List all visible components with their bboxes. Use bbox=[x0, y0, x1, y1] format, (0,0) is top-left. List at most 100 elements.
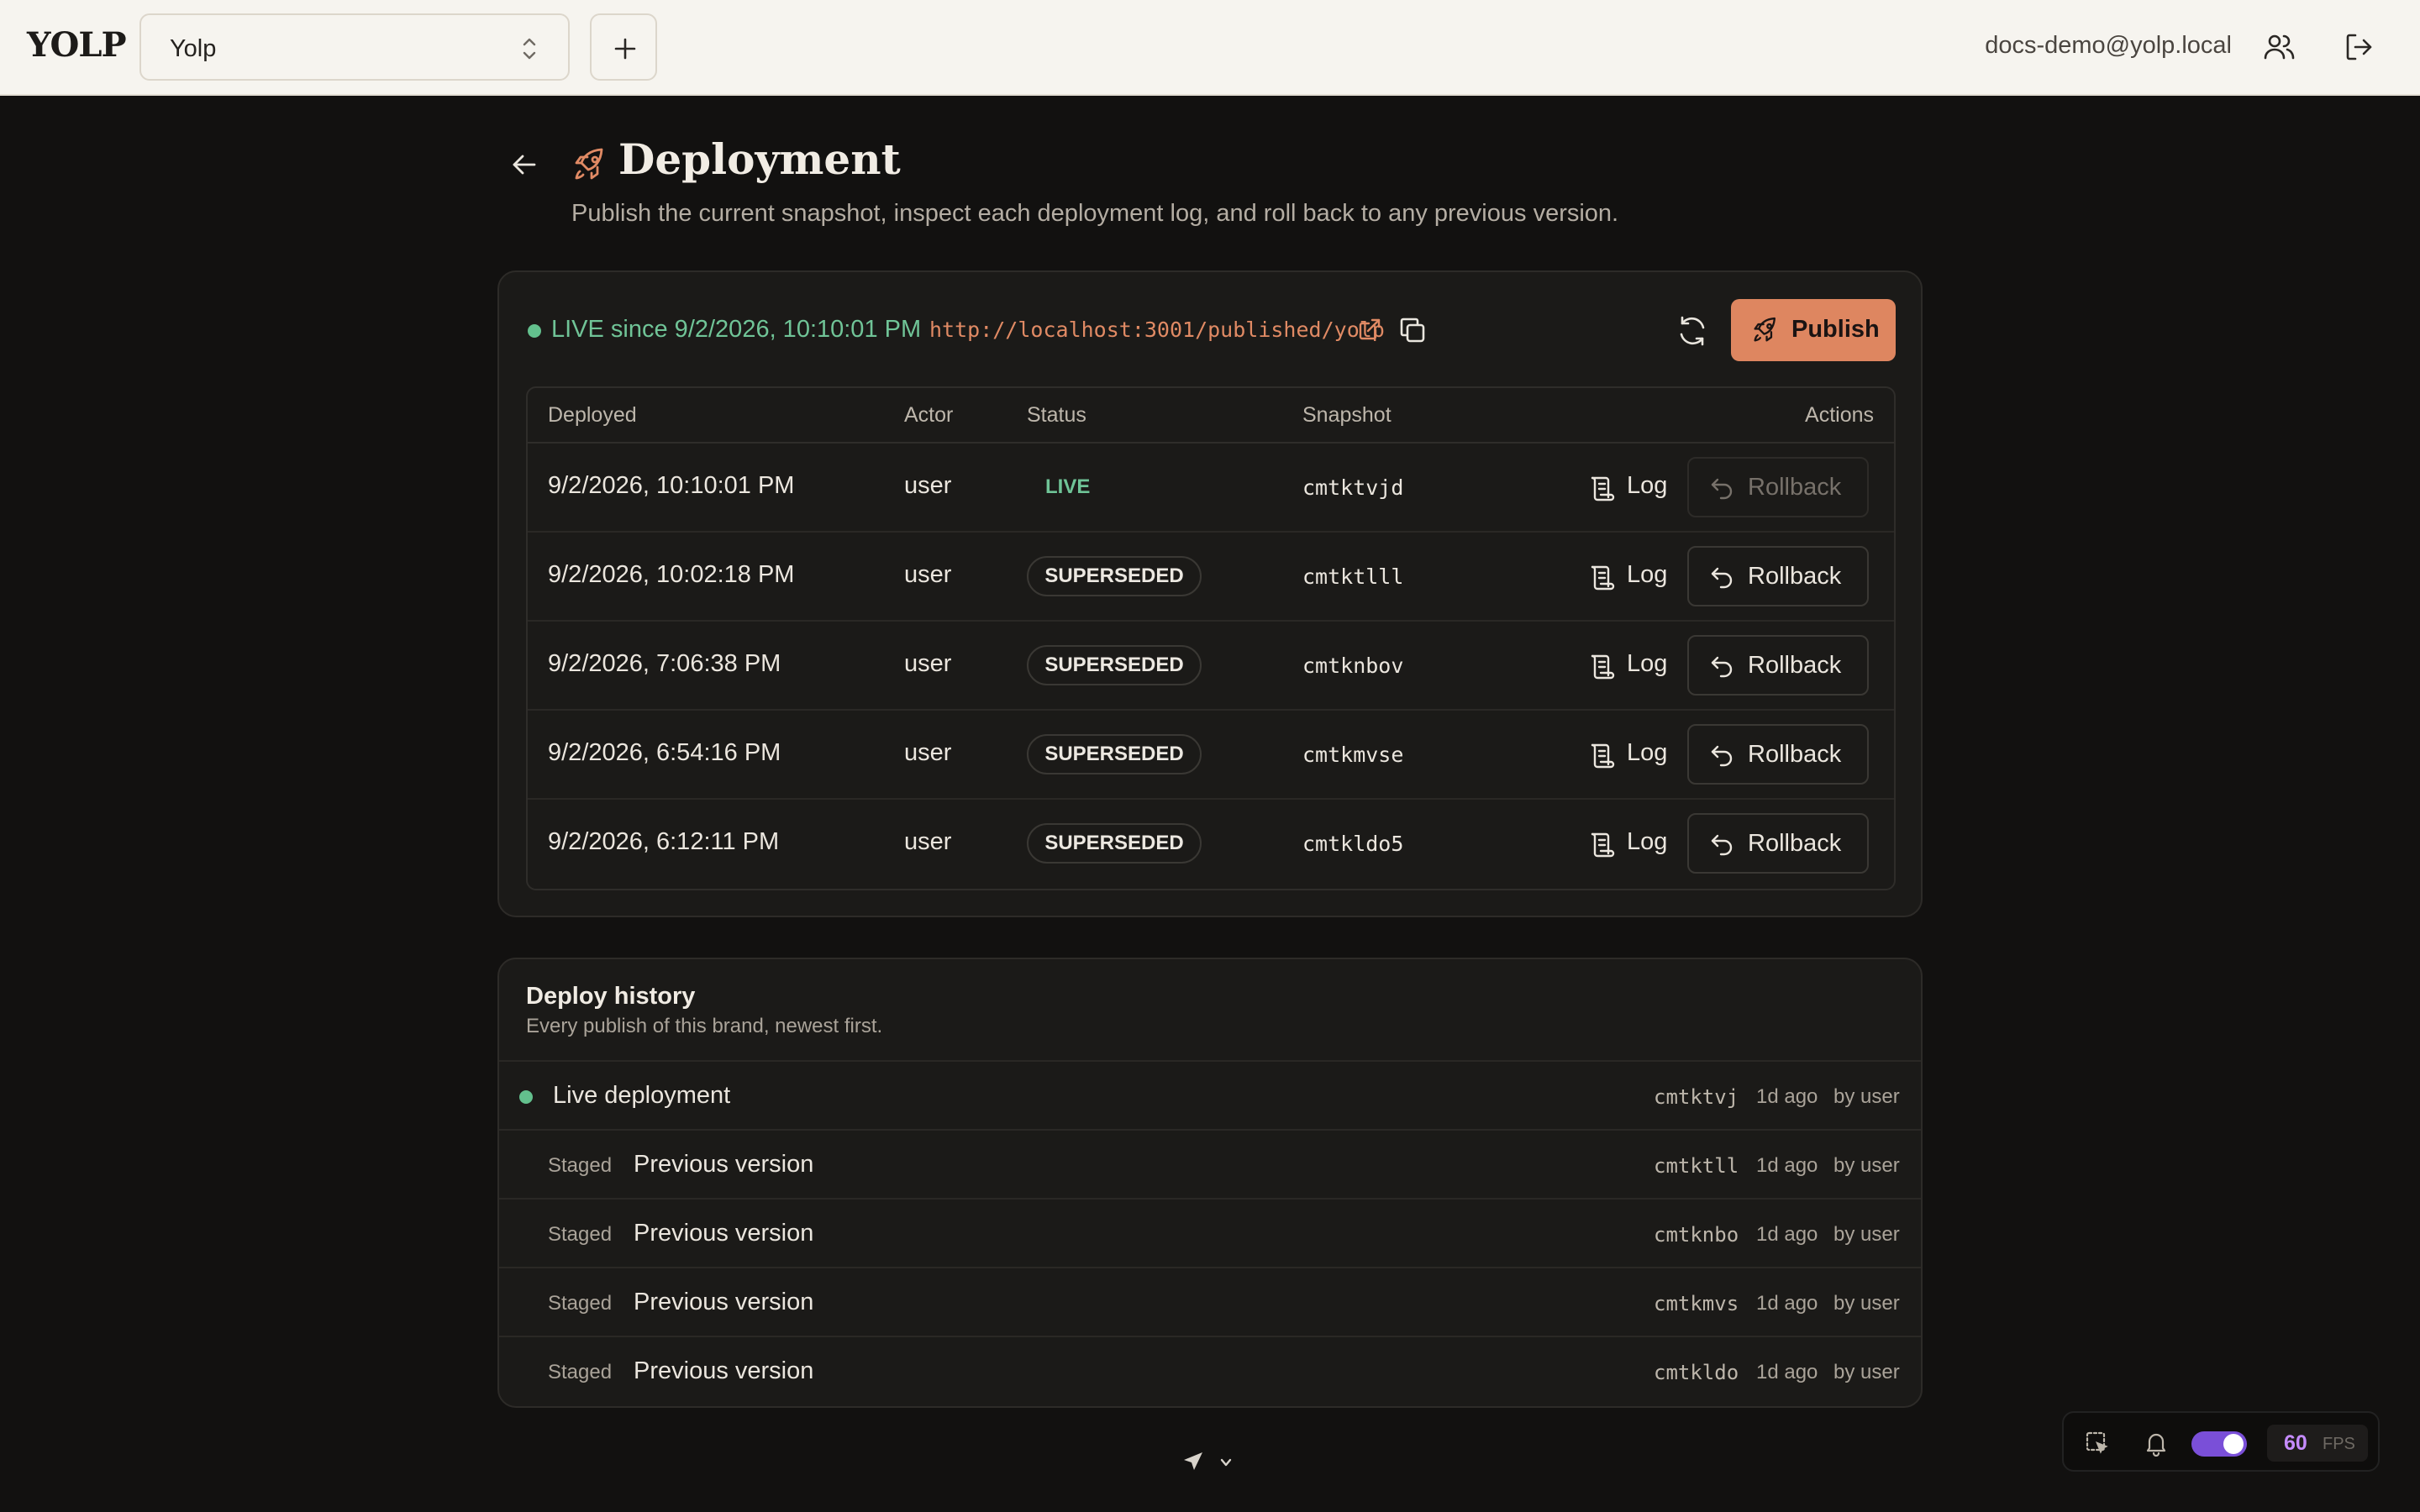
rollback-button[interactable]: Rollback bbox=[1687, 724, 1869, 785]
plus-icon bbox=[614, 38, 636, 60]
undo-icon bbox=[1711, 834, 1733, 856]
deployed-at: 9/2/2026, 10:02:18 PM bbox=[548, 561, 795, 588]
deployed-at: 9/2/2026, 7:06:38 PM bbox=[548, 650, 781, 677]
staged-label: Staged bbox=[548, 1223, 613, 1246]
history-time-ago: 1d ago bbox=[1756, 1085, 1818, 1108]
status-badge: SUPERSEDED bbox=[1027, 734, 1202, 774]
brand-select-value: Yolp bbox=[170, 35, 217, 62]
history-actor: by user bbox=[1833, 1361, 1900, 1383]
scroll-text-icon bbox=[1591, 476, 1615, 501]
history-item[interactable]: Live deployment cmtktvj 1d ago by user bbox=[499, 1060, 1921, 1129]
history-actor: by user bbox=[1833, 1223, 1900, 1246]
history-title: Deploy history bbox=[526, 983, 696, 1010]
history-time-ago: 1d ago bbox=[1756, 1361, 1818, 1383]
status-badge: SUPERSEDED bbox=[1027, 556, 1202, 596]
staged-label: Staged bbox=[548, 1292, 613, 1315]
history-time-ago: 1d ago bbox=[1756, 1223, 1818, 1246]
snapshot-id: cmtknbov bbox=[1302, 654, 1404, 678]
column-header-deployed: Deployed bbox=[548, 403, 637, 427]
publish-button[interactable]: Publish bbox=[1731, 299, 1896, 361]
users-icon[interactable] bbox=[2262, 30, 2296, 64]
deployed-at: 9/2/2026, 10:10:01 PM bbox=[548, 472, 795, 499]
table-row: 9/2/2026, 10:10:01 PM user LIVE cmtktvjd… bbox=[528, 444, 1894, 533]
staged-label: Staged bbox=[548, 1361, 613, 1383]
actor: user bbox=[904, 650, 952, 677]
live-url-link[interactable]: http://localhost:3001/published/yolp bbox=[929, 318, 1385, 342]
history-snapshot-id: cmtkldo bbox=[1654, 1361, 1739, 1384]
rollback-button[interactable]: Rollback bbox=[1687, 457, 1869, 517]
log-button[interactable]: Log bbox=[1588, 554, 1672, 598]
log-button[interactable]: Log bbox=[1588, 822, 1672, 865]
history-item[interactable]: Staged Previous version cmtktll 1d ago b… bbox=[499, 1129, 1921, 1198]
history-snapshot-id: cmtkmvs bbox=[1654, 1292, 1739, 1315]
snapshot-id: cmtktlll bbox=[1302, 564, 1404, 589]
bell-icon[interactable] bbox=[2143, 1430, 2170, 1457]
snapshot-id: cmtktvjd bbox=[1302, 475, 1404, 500]
add-brand-button[interactable] bbox=[590, 13, 657, 81]
log-button-label: Log bbox=[1627, 739, 1668, 766]
log-button[interactable]: Log bbox=[1588, 465, 1672, 509]
history-time-ago: 1d ago bbox=[1756, 1292, 1818, 1315]
table-row: 9/2/2026, 6:12:11 PM user SUPERSEDED cmt… bbox=[528, 800, 1894, 889]
fps-counter: 60 FPS bbox=[2267, 1425, 2368, 1462]
back-arrow-icon[interactable] bbox=[509, 150, 539, 180]
app-logo[interactable]: YOLP bbox=[27, 25, 127, 65]
history-actor: by user bbox=[1833, 1154, 1900, 1177]
deployments-table: Deployed Actor Status Snapshot Actions 9… bbox=[526, 386, 1896, 890]
scroll-text-icon bbox=[1591, 832, 1615, 858]
dev-mode-toggle[interactable] bbox=[2191, 1431, 2247, 1457]
status-badge: LIVE bbox=[1045, 475, 1091, 498]
scroll-text-icon bbox=[1591, 565, 1615, 591]
snapshot-id: cmtkmvse bbox=[1302, 743, 1404, 767]
history-item[interactable]: Staged Previous version cmtknbo 1d ago b… bbox=[499, 1198, 1921, 1267]
rollback-button-label: Rollback bbox=[1748, 830, 1842, 857]
undo-icon bbox=[1711, 478, 1733, 500]
toggle-knob bbox=[2223, 1434, 2244, 1454]
page-title: Deployment bbox=[618, 134, 901, 184]
log-button-label: Log bbox=[1627, 828, 1668, 855]
snapshot-id: cmtkldo5 bbox=[1302, 832, 1404, 856]
refresh-icon[interactable] bbox=[1676, 314, 1709, 348]
history-item-label: Previous version bbox=[634, 1151, 814, 1178]
history-item-label: Live deployment bbox=[553, 1082, 731, 1109]
history-item-label: Previous version bbox=[634, 1220, 814, 1247]
user-email: docs-demo@yolp.local bbox=[1985, 32, 2232, 59]
rollback-button[interactable]: Rollback bbox=[1687, 546, 1869, 606]
table-row: 9/2/2026, 7:06:38 PM user SUPERSEDED cmt… bbox=[528, 622, 1894, 711]
dev-toolbar: 60 FPS bbox=[2062, 1411, 2380, 1472]
undo-icon bbox=[1711, 567, 1733, 589]
logout-icon[interactable] bbox=[2343, 30, 2376, 64]
select-element-icon[interactable] bbox=[2084, 1430, 2111, 1457]
history-snapshot-id: cmtktvj bbox=[1654, 1085, 1739, 1109]
history-item[interactable]: Staged Previous version cmtkmvs 1d ago b… bbox=[499, 1267, 1921, 1336]
history-snapshot-id: cmtknbo bbox=[1654, 1223, 1739, 1247]
log-button[interactable]: Log bbox=[1588, 732, 1672, 776]
status-badge: SUPERSEDED bbox=[1027, 823, 1202, 864]
publish-button-label: Publish bbox=[1791, 316, 1880, 343]
rocket-icon bbox=[1754, 317, 1776, 342]
history-item[interactable]: Staged Previous version cmtkldo 1d ago b… bbox=[499, 1336, 1921, 1404]
actor: user bbox=[904, 739, 952, 766]
history-actor: by user bbox=[1833, 1292, 1900, 1315]
table-header: Deployed Actor Status Snapshot Actions bbox=[528, 388, 1894, 444]
history-actor: by user bbox=[1833, 1085, 1900, 1108]
rollback-button-label: Rollback bbox=[1748, 741, 1842, 768]
rollback-button-label: Rollback bbox=[1748, 563, 1842, 590]
column-header-actor: Actor bbox=[904, 403, 954, 427]
live-status-text: LIVE since 9/2/2026, 10:10:01 PM bbox=[551, 316, 922, 343]
deploy-history-card: Deploy history Every publish of this bra… bbox=[497, 958, 1923, 1408]
rollback-button[interactable]: Rollback bbox=[1687, 813, 1869, 874]
log-button[interactable]: Log bbox=[1588, 643, 1672, 687]
navigation-toggle[interactable] bbox=[1175, 1445, 1250, 1478]
rollback-button-label: Rollback bbox=[1748, 474, 1842, 501]
column-header-snapshot: Snapshot bbox=[1302, 403, 1392, 427]
rollback-button-label: Rollback bbox=[1748, 652, 1842, 679]
history-item-label: Previous version bbox=[634, 1357, 814, 1384]
external-link-icon[interactable] bbox=[1358, 318, 1381, 341]
deployment-card: LIVE since 9/2/2026, 10:10:01 PM http://… bbox=[497, 270, 1923, 917]
history-subtitle: Every publish of this brand, newest firs… bbox=[526, 1015, 883, 1037]
brand-select[interactable]: Yolp bbox=[139, 13, 570, 81]
rollback-button[interactable]: Rollback bbox=[1687, 635, 1869, 696]
fps-value: 60 bbox=[2284, 1431, 2307, 1455]
copy-icon[interactable] bbox=[1398, 316, 1427, 344]
